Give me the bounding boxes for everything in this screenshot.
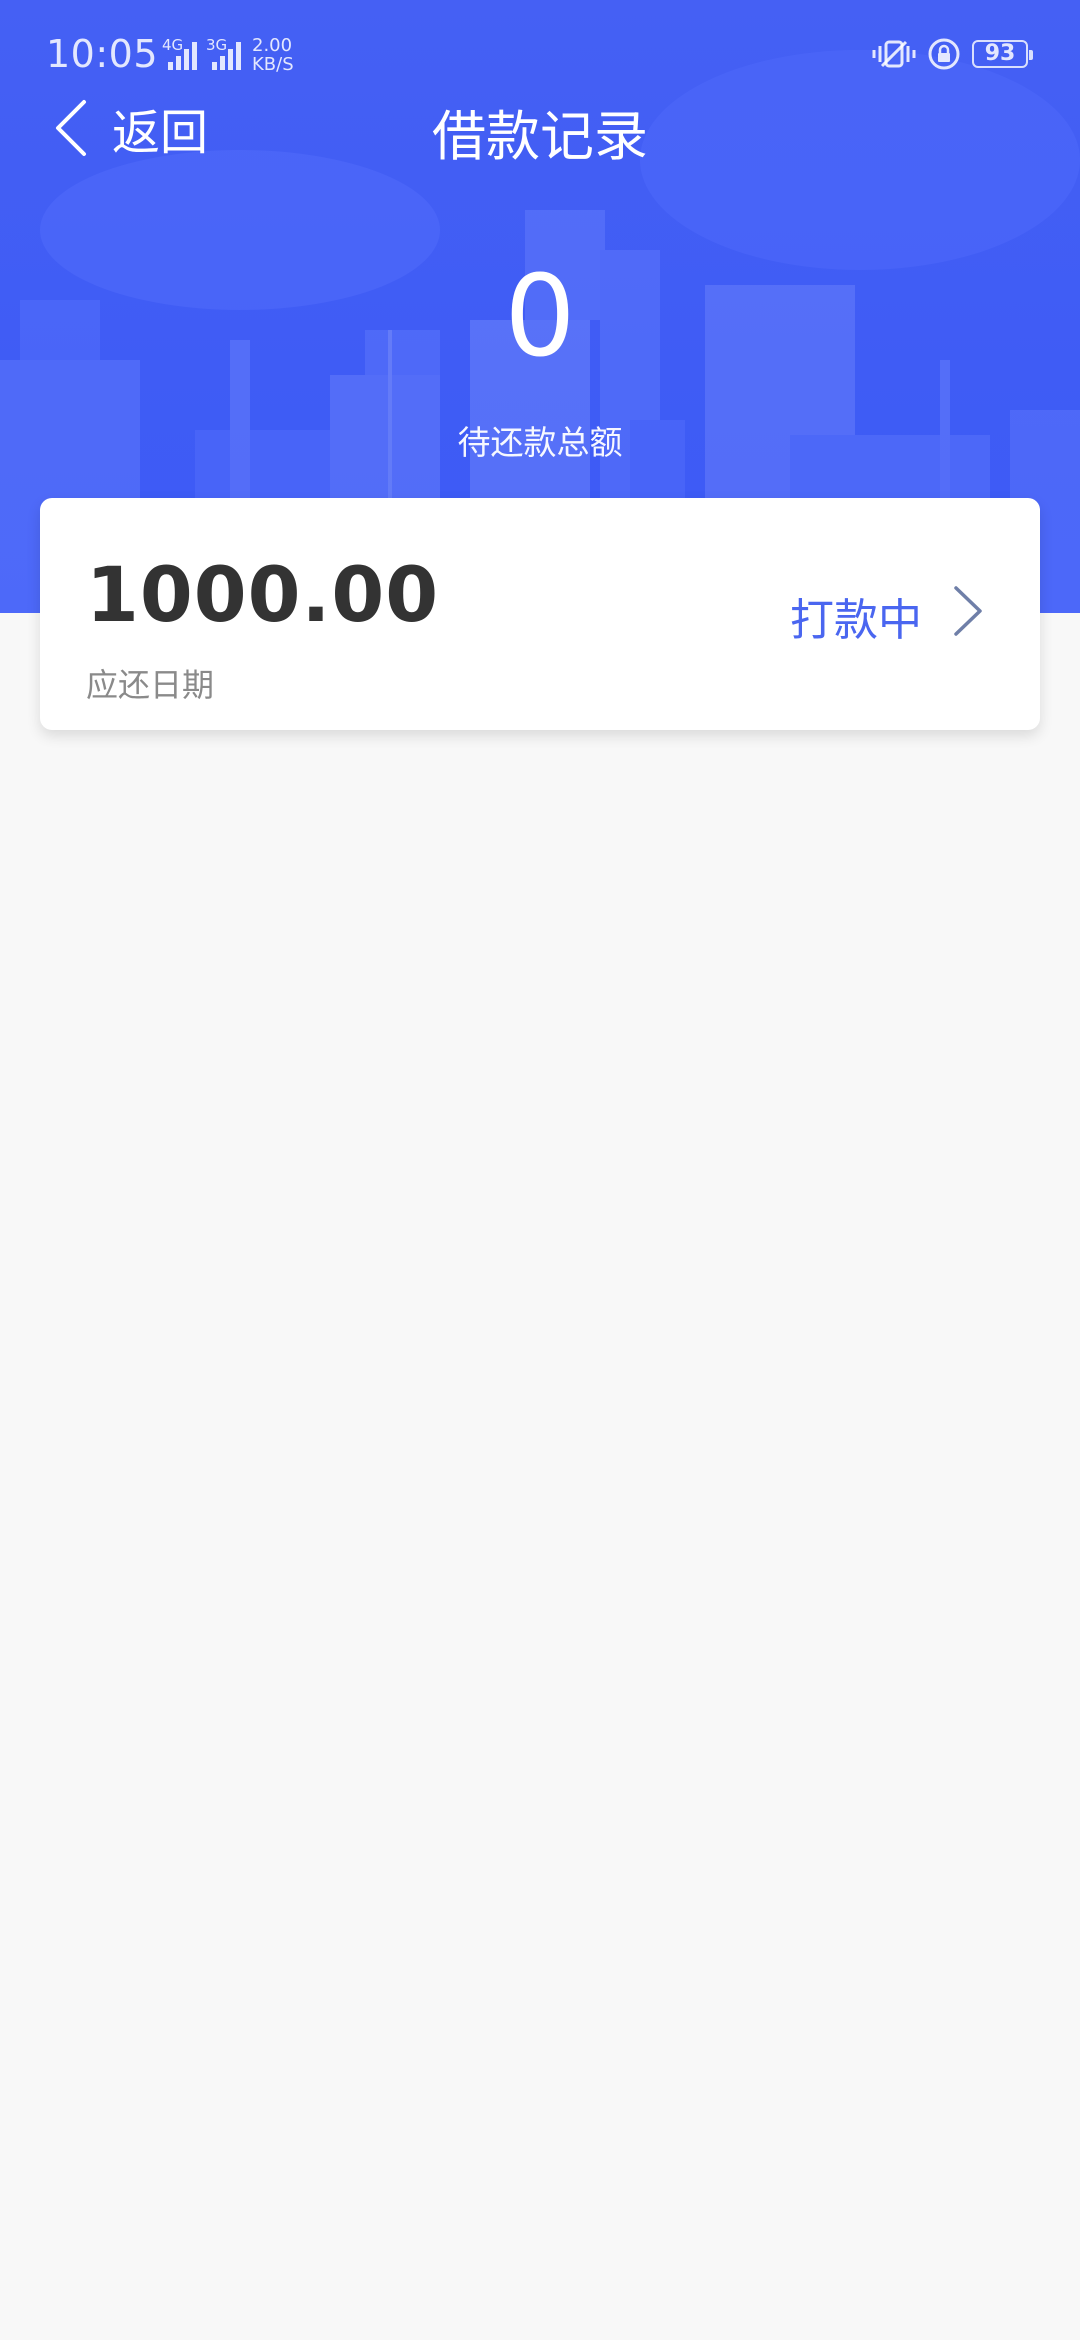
loan-amount: 1000.00: [86, 550, 440, 639]
records-list-area: [0, 730, 1080, 2340]
due-date-label: 应还日期: [86, 666, 215, 704]
signal-icon: [168, 42, 197, 70]
loan-status: 打款中: [790, 595, 922, 646]
battery-icon: 93: [972, 40, 1033, 68]
chevron-right-icon: [954, 586, 982, 636]
network-speed: 2.00 KB/S: [252, 36, 294, 74]
rotation-lock-icon: [928, 38, 960, 70]
battery-level: 93: [984, 41, 1016, 66]
status-time: 10:05: [46, 32, 159, 76]
outstanding-total-label: 待还款总额: [457, 423, 623, 462]
signal-icon: [212, 42, 241, 70]
network-speed-unit: KB/S: [252, 54, 294, 75]
page-title: 借款记录: [432, 105, 648, 168]
vibrate-icon: [872, 40, 916, 68]
network-speed-value: 2.00: [252, 35, 293, 56]
loan-record-card[interactable]: 1000.00 应还日期 打款中: [40, 498, 1040, 730]
loan-records-screen: 10:05 4G 3G 2.00 KB/S 93 返回 借款记录 0 待还款总额…: [0, 0, 1080, 2340]
outstanding-total-amount: 0: [504, 252, 576, 382]
